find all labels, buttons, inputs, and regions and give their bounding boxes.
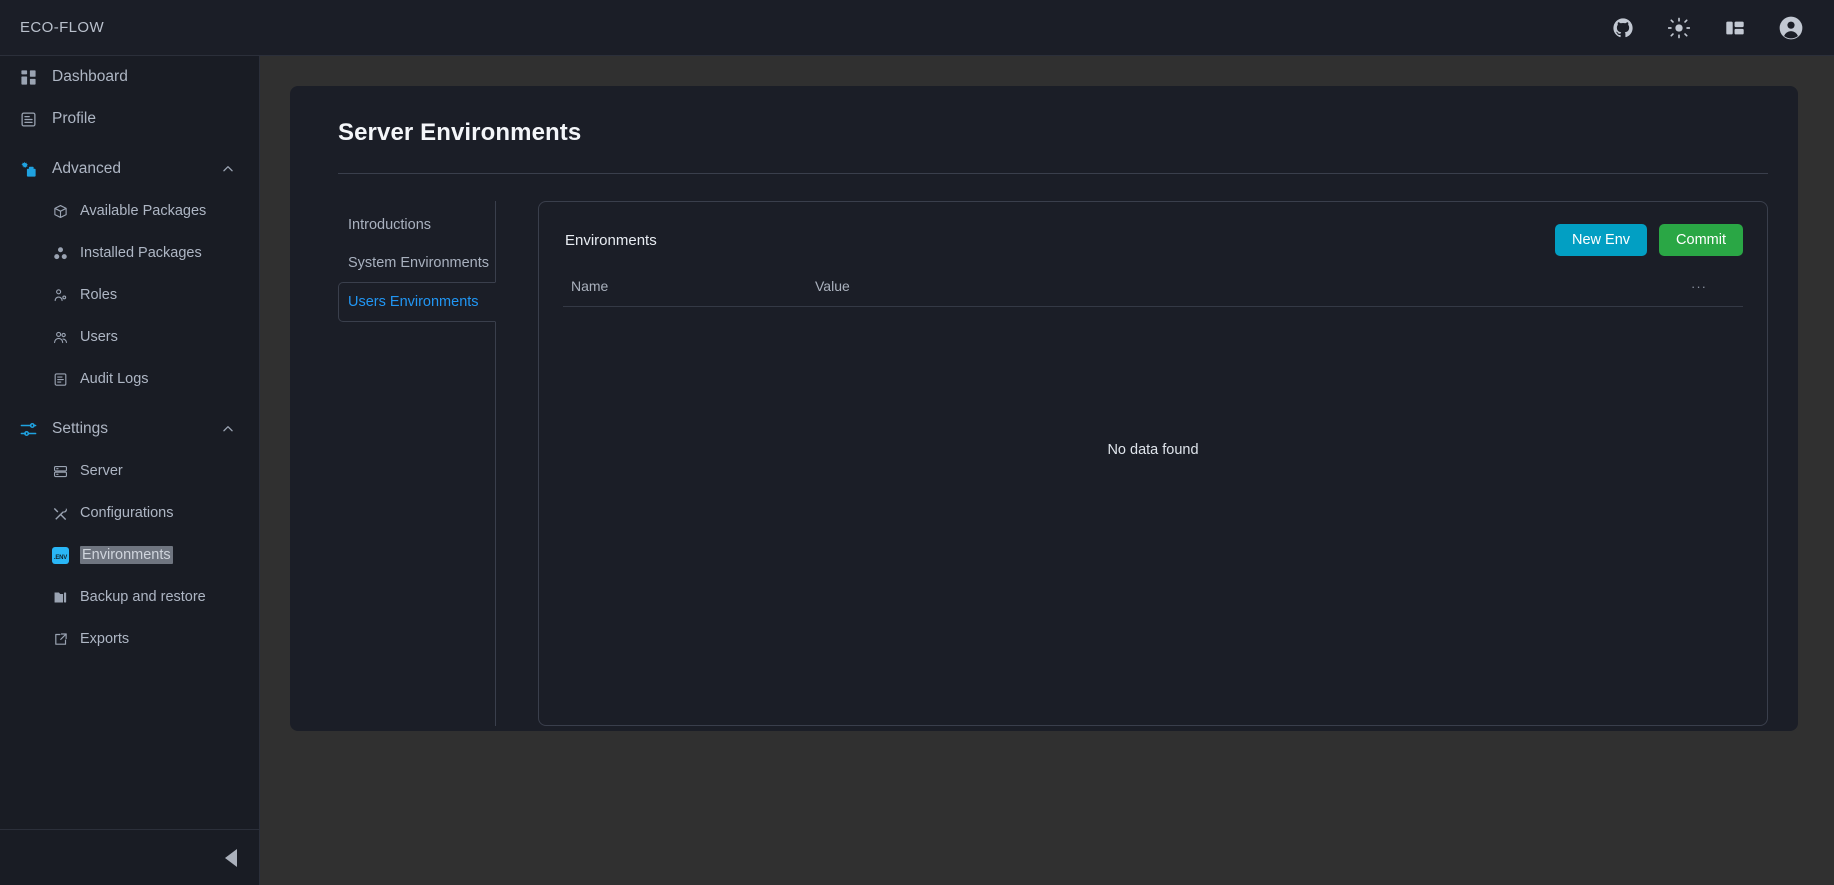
chevron-up-icon[interactable]: [221, 422, 235, 436]
backup-folder-icon: [52, 587, 69, 607]
sidebar-item-label: Installed Packages: [80, 245, 202, 261]
github-icon[interactable]: [1608, 13, 1638, 43]
column-header-name: Name: [571, 278, 609, 294]
users-icon: [52, 327, 69, 347]
sidebar-item-label: Exports: [80, 631, 130, 647]
sun-icon[interactable]: [1664, 13, 1694, 43]
environments-panel-actions: New Env Commit: [1555, 223, 1743, 257]
sidebar-group-advanced[interactable]: Advanced: [0, 148, 259, 190]
main-content: Server Environments Introductions System…: [260, 56, 1834, 885]
top-bar: ECO-FLOW: [0, 0, 1834, 56]
column-header-more[interactable]: ···: [1691, 279, 1707, 294]
sidebar-item-label: Server: [80, 463, 123, 479]
sidebar-item-profile[interactable]: Profile: [0, 98, 259, 140]
sidebar-item-configurations[interactable]: Configurations: [0, 492, 259, 534]
audit-log-icon: [52, 369, 69, 389]
commit-button[interactable]: Commit: [1659, 223, 1743, 257]
title-divider: [338, 173, 1768, 174]
profile-card-icon: [18, 109, 38, 129]
settings-sliders-icon: [18, 419, 38, 439]
package-search-icon: [52, 201, 69, 221]
sidebar-item-label: Profile: [52, 110, 96, 127]
environments-panel: Environments New Env Commit Name Value ·…: [538, 201, 1768, 726]
app-root: ECO-FLOW Dashboard Profile Advanced Avai…: [0, 0, 1834, 885]
sidebar: Dashboard Profile Advanced Available Pac…: [0, 56, 260, 885]
sidebar-group-settings[interactable]: Settings: [0, 408, 259, 450]
dashboard-grid-icon: [18, 67, 38, 87]
vertical-tab-list: Introductions System Environments Users …: [338, 201, 496, 726]
sidebar-item-label: Backup and restore: [80, 589, 206, 605]
sidebar-item-server[interactable]: Server: [0, 450, 259, 492]
empty-state-message: No data found: [1107, 442, 1199, 458]
wrench-screwdriver-icon: [52, 503, 69, 523]
sidebar-item-label: Users: [80, 329, 118, 345]
column-header-value: Value: [815, 278, 850, 294]
sidebar-item-roles[interactable]: Roles: [0, 274, 259, 316]
sidebar-group-label: Advanced: [52, 160, 121, 177]
new-env-button[interactable]: New Env: [1555, 223, 1648, 257]
app-brand: ECO-FLOW: [20, 19, 105, 36]
sidebar-collapse-button[interactable]: [0, 829, 259, 885]
triangle-left-icon: [225, 848, 237, 867]
account-avatar-icon[interactable]: [1776, 13, 1806, 43]
page-body: Introductions System Environments Users …: [338, 201, 1768, 726]
chevron-up-icon[interactable]: [221, 162, 235, 176]
top-bar-actions: [1608, 13, 1806, 43]
sidebar-item-audit-logs[interactable]: Audit Logs: [0, 358, 259, 400]
export-share-icon: [52, 629, 69, 649]
sidebar-nav: Dashboard Profile Advanced Available Pac…: [0, 56, 259, 829]
sidebar-item-backup-and-restore[interactable]: Backup and restore: [0, 576, 259, 618]
page-card: Server Environments Introductions System…: [290, 86, 1798, 731]
sidebar-item-installed-packages[interactable]: Installed Packages: [0, 232, 259, 274]
tab-system-environments[interactable]: System Environments: [338, 244, 495, 282]
sidebar-group-label: Settings: [52, 420, 109, 437]
sidebar-item-label: Available Packages: [80, 203, 207, 219]
sidebar-item-environments[interactable]: .ENV Environments: [0, 534, 259, 576]
packages-stack-icon: [52, 243, 69, 263]
env-file-icon: .ENV: [52, 545, 69, 565]
environments-panel-title: Environments: [565, 231, 657, 249]
server-rack-icon: [52, 461, 69, 481]
tab-introductions[interactable]: Introductions: [338, 206, 495, 244]
sidebar-item-dashboard[interactable]: Dashboard: [0, 56, 259, 98]
environments-table-header: Name Value ···: [563, 278, 1743, 307]
sidebar-item-users[interactable]: Users: [0, 316, 259, 358]
sidebar-item-label: Roles: [80, 287, 118, 303]
tab-users-environments[interactable]: Users Environments: [338, 282, 496, 322]
sidebar-item-available-packages[interactable]: Available Packages: [0, 190, 259, 232]
sidebar-item-exports[interactable]: Exports: [0, 618, 259, 660]
role-user-icon: [52, 285, 69, 305]
sidebar-item-label: Environments: [80, 546, 173, 564]
panel-layout-icon[interactable]: [1720, 13, 1750, 43]
environments-panel-header: Environments New Env Commit: [563, 222, 1743, 258]
sidebar-item-label: Audit Logs: [80, 371, 149, 387]
env-badge-label: .ENV: [52, 546, 69, 564]
sidebar-item-label: Configurations: [80, 505, 174, 521]
advanced-gear-icon: [18, 159, 38, 179]
page-title: Server Environments: [338, 119, 582, 146]
sidebar-item-label: Dashboard: [52, 68, 128, 85]
